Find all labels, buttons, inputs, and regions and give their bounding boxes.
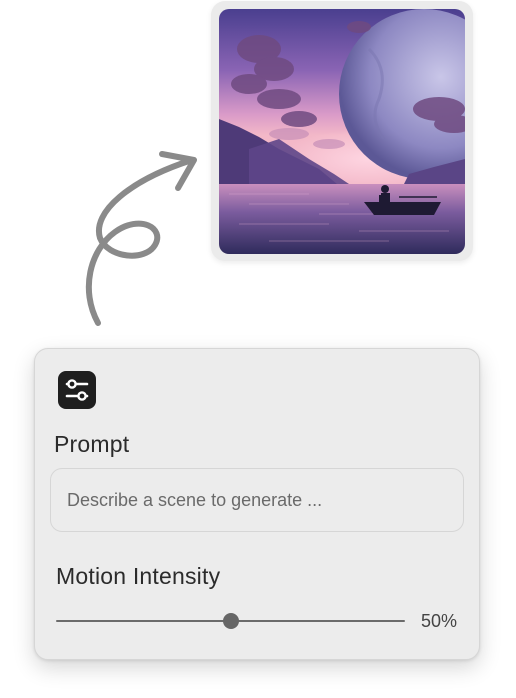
curly-arrow-icon bbox=[70, 140, 210, 330]
sliders-icon[interactable] bbox=[58, 371, 96, 409]
motion-intensity-label: Motion Intensity bbox=[56, 563, 221, 589]
generation-settings-panel: Prompt Motion Intensity 50% bbox=[34, 348, 480, 660]
prompt-input[interactable] bbox=[50, 468, 464, 532]
prompt-label: Prompt bbox=[54, 431, 130, 457]
generated-image bbox=[219, 9, 465, 254]
motion-intensity-slider[interactable] bbox=[56, 611, 405, 631]
generated-image-card bbox=[211, 1, 473, 261]
motion-intensity-value: 50% bbox=[421, 611, 458, 631]
slider-thumb[interactable] bbox=[222, 613, 239, 629]
